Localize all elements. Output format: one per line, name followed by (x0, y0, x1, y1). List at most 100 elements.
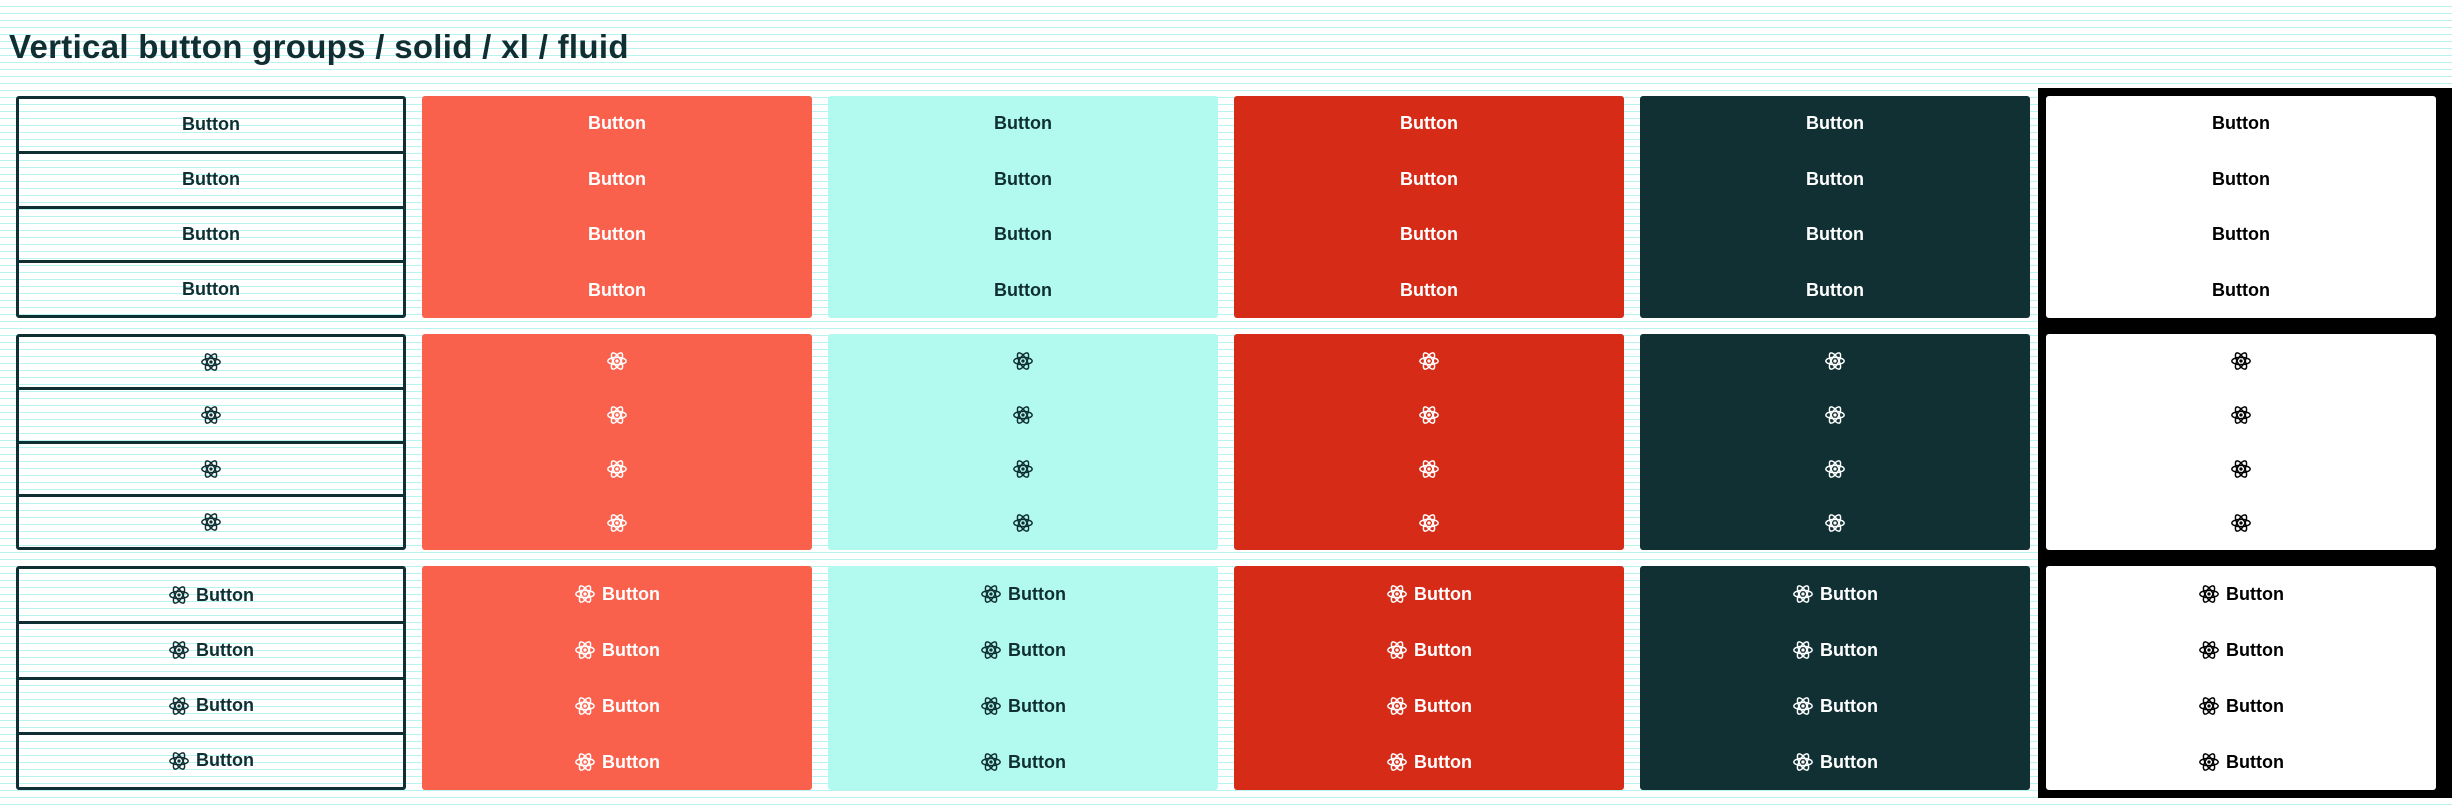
group-button[interactable] (2046, 442, 2436, 496)
group-button[interactable] (1234, 388, 1624, 442)
group-button[interactable]: Button (828, 566, 1218, 622)
button-group-outline-icon-and-label: Button Button Button Button (16, 566, 406, 790)
group-button[interactable] (422, 388, 812, 442)
atom-icon (1824, 350, 1846, 372)
group-button[interactable]: Button (828, 96, 1218, 152)
group-button[interactable]: Button (1640, 678, 2030, 734)
group-button[interactable]: Button (19, 99, 403, 151)
group-button[interactable]: Button (1234, 678, 1624, 734)
atom-icon (2198, 695, 2220, 717)
button-label: Button (994, 279, 1052, 300)
group-button[interactable]: Button (422, 207, 812, 263)
group-button[interactable] (19, 387, 403, 440)
button-label: Button (588, 113, 646, 134)
group-button[interactable] (2046, 496, 2436, 550)
group-button[interactable]: Button (19, 621, 403, 676)
atom-icon (2230, 404, 2252, 426)
group-button[interactable]: Button (19, 205, 403, 261)
button-label: Button (602, 583, 660, 604)
group-button[interactable] (19, 493, 403, 547)
group-button[interactable]: Button (1234, 263, 1624, 319)
button-label: Button (1806, 168, 1864, 189)
group-button[interactable] (2046, 388, 2436, 442)
group-button[interactable]: Button (422, 152, 812, 208)
group-button[interactable]: Button (2046, 678, 2436, 734)
group-button[interactable]: Button (19, 260, 403, 315)
group-button[interactable]: Button (828, 263, 1218, 319)
group-button[interactable] (1640, 496, 2030, 550)
atom-icon (2230, 512, 2252, 534)
group-button[interactable]: Button (828, 152, 1218, 208)
group-button[interactable]: Button (1234, 152, 1624, 208)
atom-icon (1386, 751, 1408, 773)
group-button[interactable]: Button (1640, 207, 2030, 263)
group-button[interactable]: Button (1234, 734, 1624, 790)
group-button[interactable]: Button (1234, 96, 1624, 152)
group-button[interactable] (1640, 334, 2030, 388)
group-button[interactable]: Button (828, 207, 1218, 263)
atom-icon (1386, 583, 1408, 605)
group-button[interactable] (19, 337, 403, 387)
group-button[interactable] (828, 496, 1218, 550)
group-button[interactable] (828, 388, 1218, 442)
button-group-white-icon-only (2046, 334, 2436, 550)
group-button[interactable]: Button (828, 678, 1218, 734)
atom-icon (1418, 512, 1440, 534)
group-button[interactable]: Button (19, 569, 403, 621)
group-button[interactable] (828, 442, 1218, 496)
group-button[interactable] (422, 496, 812, 550)
page-title: Vertical button groups / solid / xl / fl… (9, 28, 629, 65)
group-button[interactable]: Button (422, 566, 812, 622)
group-button[interactable]: Button (2046, 622, 2436, 678)
group-button[interactable]: Button (828, 734, 1218, 790)
group-button[interactable]: Button (2046, 566, 2436, 622)
group-button[interactable]: Button (828, 622, 1218, 678)
group-button[interactable]: Button (1640, 96, 2030, 152)
group-button[interactable]: Button (1640, 734, 2030, 790)
atom-icon (574, 695, 596, 717)
group-button[interactable]: Button (2046, 152, 2436, 208)
group-button[interactable] (19, 440, 403, 494)
group-button[interactable] (1234, 496, 1624, 550)
button-group-white-label-only: Button Button Button Button (2046, 96, 2436, 318)
group-button[interactable]: Button (19, 676, 403, 732)
atom-icon (200, 404, 222, 426)
group-button[interactable]: Button (2046, 96, 2436, 152)
group-button[interactable]: Button (19, 731, 403, 787)
group-button[interactable]: Button (422, 263, 812, 319)
group-button[interactable]: Button (422, 622, 812, 678)
button-label: Button (182, 278, 240, 299)
group-button[interactable] (422, 334, 812, 388)
button-group-dark-icon-only (1640, 334, 2030, 550)
group-button[interactable]: Button (1640, 152, 2030, 208)
group-button[interactable]: Button (1234, 622, 1624, 678)
atom-icon (168, 750, 190, 772)
group-button[interactable] (1640, 442, 2030, 496)
group-button[interactable]: Button (422, 734, 812, 790)
group-button[interactable] (422, 442, 812, 496)
group-button[interactable]: Button (2046, 207, 2436, 263)
group-button[interactable]: Button (422, 678, 812, 734)
atom-icon (574, 583, 596, 605)
atom-icon (1012, 458, 1034, 480)
group-button[interactable]: Button (1234, 207, 1624, 263)
group-button[interactable] (1640, 388, 2030, 442)
group-button[interactable]: Button (19, 150, 403, 206)
group-button[interactable] (1234, 334, 1624, 388)
button-group-white-icon-and-label: Button Button Button Button (2046, 566, 2436, 790)
group-button[interactable]: Button (1640, 622, 2030, 678)
group-button[interactable]: Button (1640, 263, 2030, 319)
atom-icon (606, 458, 628, 480)
group-button[interactable]: Button (1234, 566, 1624, 622)
group-button[interactable] (2046, 334, 2436, 388)
button-label: Button (1008, 695, 1066, 716)
group-button[interactable] (828, 334, 1218, 388)
group-button[interactable]: Button (2046, 734, 2436, 790)
button-group-mint-icon-and-label: Button Button Button Button (828, 566, 1218, 790)
button-label: Button (2226, 695, 2284, 716)
group-button[interactable]: Button (1640, 566, 2030, 622)
button-group-coral-label-only: Button Button Button Button (422, 96, 812, 318)
group-button[interactable]: Button (2046, 263, 2436, 319)
group-button[interactable]: Button (422, 96, 812, 152)
group-button[interactable] (1234, 442, 1624, 496)
